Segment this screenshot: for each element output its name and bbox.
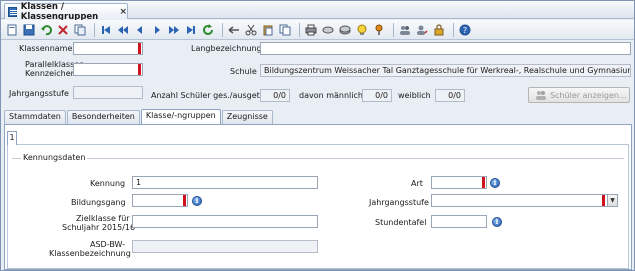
new-doc-icon[interactable] xyxy=(5,23,19,37)
preview-icon[interactable] xyxy=(321,23,335,37)
lock-icon[interactable] xyxy=(432,23,446,37)
klassenbezeichnung-label: Klassenbezeichnung xyxy=(49,249,131,258)
users-icon[interactable] xyxy=(398,23,412,37)
bildungsgang-label: Bildungsgang xyxy=(71,198,126,207)
users-icon xyxy=(536,90,546,100)
required-marker xyxy=(138,43,141,54)
info-icon[interactable]: i xyxy=(492,217,502,227)
tab-stammdaten[interactable]: Stammdaten xyxy=(4,110,66,124)
schueler-anzeigen-label: Schüler anzeigen... xyxy=(550,90,627,100)
kennung-label: Kennung xyxy=(90,179,126,188)
weiblich-label: weiblich xyxy=(398,91,431,100)
zielklasse-label: Zielklasse für xyxy=(76,214,130,223)
help-icon[interactable]: ? xyxy=(458,23,472,37)
kennungsdaten-group-title: Kennungsdaten xyxy=(21,153,88,162)
arrow-left-icon[interactable] xyxy=(227,23,241,37)
art-input[interactable] xyxy=(431,176,487,189)
rewind-icon[interactable] xyxy=(116,23,130,37)
jahrgangsstufe-label: Jahrgangsstufe xyxy=(9,89,69,98)
chevron-down-icon[interactable]: ▼ xyxy=(607,194,618,207)
jahrgangsstufe-label-2: Jahrgangsstufe xyxy=(369,198,429,207)
last-record-icon[interactable] xyxy=(184,23,198,37)
tab-strip: Stammdaten Besonderheiten Klasse/-ngrupp… xyxy=(4,109,274,124)
toolbar: ? xyxy=(1,20,634,40)
toolbar-separator xyxy=(94,22,95,37)
jahrgangsstufe-select[interactable] xyxy=(431,194,609,207)
document-tab-title: Klassen / Klassengruppen xyxy=(20,1,99,22)
maennlich-value: 0/0 xyxy=(362,89,392,102)
tab-besonderheiten[interactable]: Besonderheiten xyxy=(66,110,140,124)
info-icon[interactable]: i xyxy=(192,196,202,206)
klassenname-label: Klassenname xyxy=(19,44,73,53)
info-icon[interactable]: i xyxy=(490,178,500,188)
delete-icon[interactable] xyxy=(56,23,70,37)
stundentafel-label: Stundentafel xyxy=(375,218,427,227)
lightbulb-icon[interactable] xyxy=(355,23,369,37)
required-marker xyxy=(183,195,186,206)
duplicate-icon[interactable] xyxy=(278,23,292,37)
schueler-anzeigen-button[interactable]: Schüler anzeigen... xyxy=(528,87,630,103)
cut-icon[interactable] xyxy=(244,23,258,37)
next-record-icon[interactable] xyxy=(150,23,164,37)
parallelklassen-input[interactable] xyxy=(73,63,143,76)
close-icon[interactable]: × xyxy=(119,7,127,17)
copy-icon[interactable] xyxy=(73,23,87,37)
save-icon[interactable] xyxy=(22,23,36,37)
asd-label: ASD-BW- xyxy=(90,240,125,249)
asd-klassenbezeichnung-field xyxy=(132,240,318,253)
langbezeichnung-input[interactable] xyxy=(260,42,631,55)
kennung-input[interactable]: 1 xyxy=(132,176,318,189)
paste-icon[interactable] xyxy=(261,23,275,37)
print-icon[interactable] xyxy=(304,23,318,37)
tab-klassengruppen[interactable]: Klasse/-ngruppen xyxy=(140,109,221,124)
langbezeichnung-label: Langbezeichnung xyxy=(191,44,262,53)
jahrgangsstufe-field xyxy=(73,86,143,99)
previous-record-icon[interactable] xyxy=(133,23,147,37)
required-marker xyxy=(138,64,141,75)
weiblich-value: 0/0 xyxy=(435,89,465,102)
schuljahr-label: Schuljahr 2015/16 xyxy=(62,223,136,232)
toolbar-separator xyxy=(222,22,223,37)
group-divider xyxy=(12,158,624,159)
required-marker xyxy=(482,177,485,188)
svg-text:?: ? xyxy=(463,26,467,35)
tab-zeugnisse[interactable]: Zeugnisse xyxy=(221,110,273,124)
disk-icon[interactable] xyxy=(338,23,352,37)
zielklasse-input[interactable] xyxy=(132,215,318,228)
kennzeichen-label: Kennzeichen xyxy=(25,69,76,78)
klassenname-input[interactable] xyxy=(73,42,143,55)
refresh-icon[interactable] xyxy=(201,23,215,37)
anzahl-schueler-value: 0/0 xyxy=(260,89,290,102)
maennlich-label: davon männlich xyxy=(299,91,363,100)
anzahl-schueler-label: Anzahl Schüler ges./ausgetr. xyxy=(151,91,265,100)
required-marker xyxy=(602,195,605,206)
stundentafel-input[interactable] xyxy=(431,215,487,228)
undo-icon[interactable] xyxy=(39,23,53,37)
table-icon xyxy=(8,6,17,17)
toolbar-separator xyxy=(453,22,454,37)
first-record-icon[interactable] xyxy=(99,23,113,37)
bildungsgang-input[interactable] xyxy=(132,194,188,207)
fast-forward-icon[interactable] xyxy=(167,23,181,37)
schule-label: Schule xyxy=(230,67,257,76)
schule-field: Bildungszentrum Weissacher Tal Ganztages… xyxy=(260,64,631,77)
toolbar-separator xyxy=(299,22,300,37)
subtab-1[interactable]: 1 xyxy=(7,131,17,145)
art-label: Art xyxy=(411,179,423,188)
pin-icon[interactable] xyxy=(372,23,386,37)
document-tab-bar: Klassen / Klassengruppen × xyxy=(1,1,634,22)
main-window: Klassen / Klassengruppen × ? Klassenname… xyxy=(0,0,635,271)
toolbar-separator xyxy=(393,22,394,37)
document-tab-klassen[interactable]: Klassen / Klassengruppen × xyxy=(4,1,128,22)
user-edit-icon[interactable] xyxy=(415,23,429,37)
